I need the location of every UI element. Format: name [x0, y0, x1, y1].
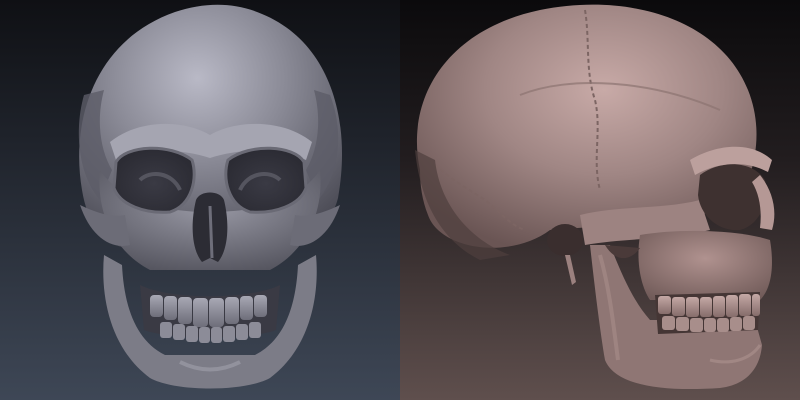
ear-canal [547, 224, 583, 256]
sculpt-comparison-image [0, 0, 800, 400]
skull-side-view-panel [400, 0, 800, 400]
skull-front-view [0, 0, 400, 400]
orbit-right [224, 146, 308, 214]
skull-front-view-panel [0, 0, 400, 400]
orbit-left [112, 146, 196, 214]
maxilla-side [638, 230, 772, 300]
skull-side-view [400, 0, 800, 400]
skull-front [78, 4, 343, 389]
